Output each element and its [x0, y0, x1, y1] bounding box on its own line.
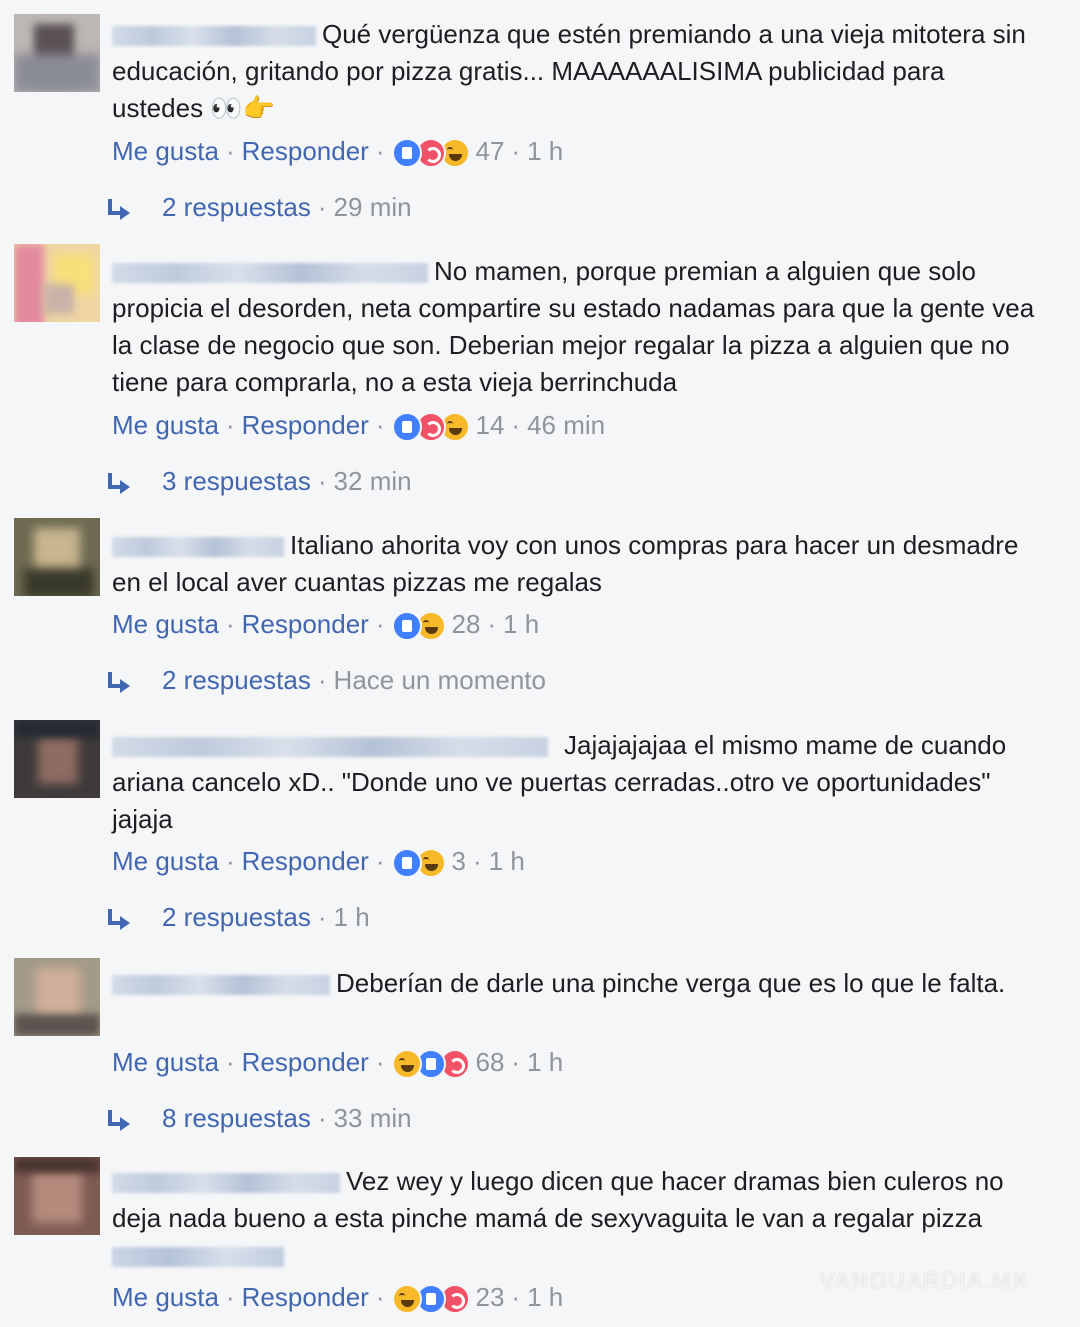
comment-actions: Me gusta · Responder · 28 · 1 h [112, 608, 539, 642]
comment-actions: Me gusta · Responder · 47 · 1 h [112, 135, 563, 169]
comment-actions: Me gusta · Responder · 23 · 1 h [112, 1281, 563, 1315]
like-button[interactable]: Me gusta [112, 410, 219, 440]
like-icon [391, 412, 422, 443]
replies-time: 33 min [333, 1103, 412, 1133]
replies-count[interactable]: 3 respuestas [162, 466, 311, 496]
comment-time[interactable]: 1 h [503, 609, 539, 639]
reply-arrow-icon [106, 909, 132, 931]
avatar[interactable] [14, 1157, 100, 1235]
author-name-blurred[interactable] [112, 26, 316, 47]
like-button[interactable]: Me gusta [112, 136, 219, 166]
author-name-blurred[interactable] [112, 537, 284, 558]
reply-arrow-icon [106, 1110, 132, 1132]
replies-link[interactable]: 8 respuestas · 33 min [106, 1102, 412, 1134]
author-name-blurred[interactable] [112, 1173, 340, 1194]
comment-actions: Me gusta · Responder · 14 · 46 min [112, 409, 605, 443]
reply-button[interactable]: Responder [242, 609, 369, 639]
comment-body: Italiano ahorita voy con unos compras pa… [112, 527, 1042, 601]
like-button[interactable]: Me gusta [112, 1047, 219, 1077]
comment-body: No mamen, porque premian a alguien que s… [112, 253, 1042, 401]
avatar[interactable] [14, 720, 100, 798]
avatar[interactable] [14, 958, 100, 1036]
like-icon [391, 848, 422, 879]
replies-link[interactable]: 2 respuestas · 1 h [106, 901, 370, 933]
like-button[interactable]: Me gusta [112, 846, 219, 876]
reaction-count: 28 [451, 609, 481, 639]
comment-feed: Qué vergüenza que estén premiando a una … [0, 0, 1080, 1327]
reaction-summary[interactable] [391, 412, 470, 443]
comment-time[interactable]: 1 h [527, 136, 563, 166]
replies-count[interactable]: 2 respuestas [162, 665, 311, 695]
reply-arrow-icon [106, 199, 132, 221]
haha-icon [391, 1284, 422, 1315]
comment-time[interactable]: 1 h [527, 1282, 563, 1312]
haha-icon [391, 1049, 422, 1080]
reply-button[interactable]: Responder [242, 1047, 369, 1077]
comment-text: Deberían de darle una pinche verga que e… [336, 968, 1006, 998]
reply-arrow-icon [106, 473, 132, 495]
reaction-count: 3 [451, 846, 466, 876]
like-icon [391, 138, 422, 169]
author-name-blurred[interactable] [112, 263, 428, 284]
replies-count[interactable]: 8 respuestas [162, 1103, 311, 1133]
comment-body: Vez wey y luego dicen que hacer dramas b… [112, 1163, 1042, 1274]
author-name-blurred[interactable] [112, 737, 548, 758]
replies-time: 29 min [333, 192, 412, 222]
comment-body: Deberían de darle una pinche verga que e… [112, 965, 1042, 1002]
reaction-summary[interactable] [391, 611, 446, 642]
reply-button[interactable]: Responder [242, 136, 369, 166]
replies-time: 1 h [333, 902, 370, 932]
reply-button[interactable]: Responder [242, 846, 369, 876]
avatar[interactable] [14, 518, 100, 596]
comment-time[interactable]: 1 h [489, 846, 525, 876]
reply-button[interactable]: Responder [242, 1282, 369, 1312]
reaction-summary[interactable] [391, 138, 470, 169]
comment-body: Jajajajajaa el mismo mame de cuando aria… [112, 727, 1042, 838]
reaction-summary[interactable] [391, 848, 446, 879]
watermark: VANGUARDIA.MX [820, 1268, 1029, 1293]
avatar[interactable] [14, 244, 100, 322]
comment-time[interactable]: 46 min [527, 410, 605, 440]
replies-link[interactable]: 2 respuestas · Hace un momento [106, 664, 546, 696]
replies-count[interactable]: 2 respuestas [162, 192, 311, 222]
author-name-blurred[interactable] [112, 975, 330, 996]
reaction-summary[interactable] [391, 1284, 470, 1315]
reaction-count: 47 [475, 136, 505, 166]
reaction-summary[interactable] [391, 1049, 470, 1080]
like-icon [391, 611, 422, 642]
reply-button[interactable]: Responder [242, 410, 369, 440]
reaction-count: 23 [475, 1282, 505, 1312]
replies-time: 32 min [333, 466, 412, 496]
replies-link[interactable]: 3 respuestas · 32 min [106, 465, 412, 497]
reaction-count: 68 [475, 1047, 505, 1077]
comment-time[interactable]: 1 h [527, 1047, 563, 1077]
comment-actions: Me gusta · Responder · 68 · 1 h [112, 1046, 563, 1080]
replies-count[interactable]: 2 respuestas [162, 902, 311, 932]
replies-link[interactable]: 2 respuestas · 29 min [106, 191, 412, 223]
avatar[interactable] [14, 14, 100, 92]
like-button[interactable]: Me gusta [112, 1282, 219, 1312]
reply-arrow-icon [106, 672, 132, 694]
comment-actions: Me gusta · Responder · 3 · 1 h [112, 845, 525, 879]
replies-time: Hace un momento [333, 665, 546, 695]
like-button[interactable]: Me gusta [112, 609, 219, 639]
comment-body: Qué vergüenza que estén premiando a una … [112, 16, 1042, 127]
reaction-count: 14 [475, 410, 505, 440]
mention-blurred[interactable] [112, 1247, 284, 1268]
